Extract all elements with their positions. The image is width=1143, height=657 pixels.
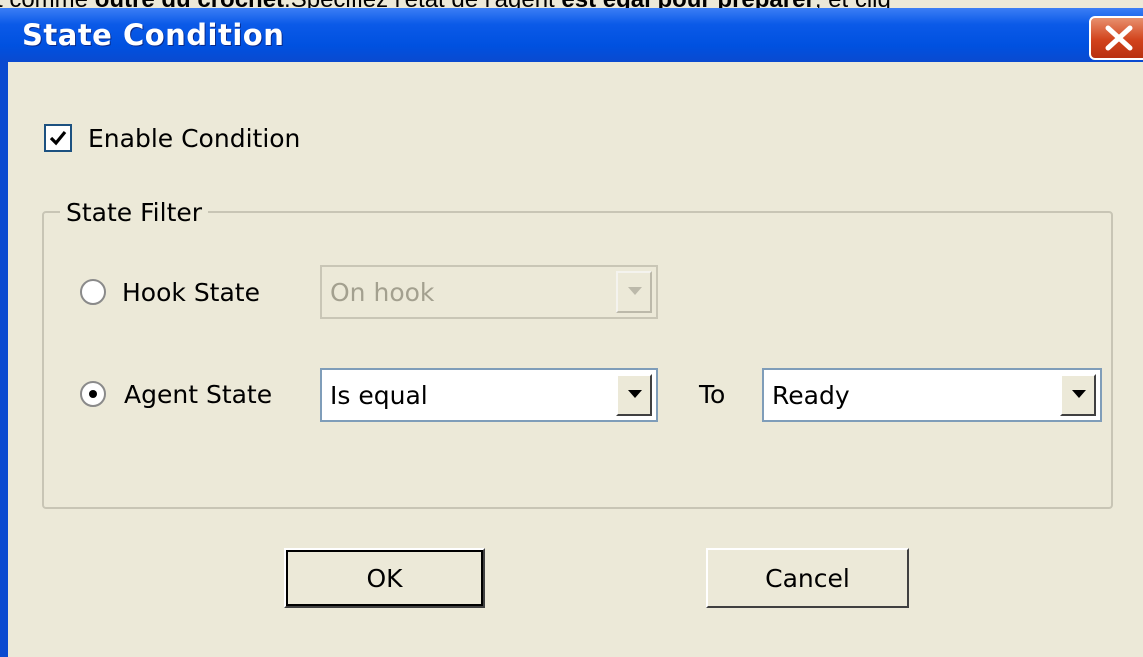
operator-dropdown-button[interactable] bbox=[616, 374, 652, 416]
close-icon bbox=[1105, 25, 1133, 51]
cancel-button[interactable]: Cancel bbox=[706, 548, 909, 608]
to-label: To bbox=[699, 380, 726, 409]
hook-state-select[interactable]: On hook bbox=[320, 265, 658, 319]
agent-state-value: Ready bbox=[772, 381, 850, 410]
close-button[interactable] bbox=[1089, 16, 1143, 60]
title-bar: State Condition bbox=[0, 8, 1143, 62]
chevron-down-icon bbox=[1072, 390, 1086, 398]
checkmark-icon bbox=[49, 130, 67, 146]
hook-state-radio[interactable] bbox=[80, 279, 106, 305]
agent-state-operator-select[interactable]: Is equal bbox=[320, 368, 658, 422]
page: t comme outre du crochet.Spécifiez l'éta… bbox=[0, 0, 1143, 657]
window-title: State Condition bbox=[22, 18, 285, 52]
value-dropdown-button[interactable] bbox=[1060, 374, 1096, 416]
agent-state-value-select[interactable]: Ready bbox=[762, 368, 1102, 422]
radio-dot bbox=[89, 390, 97, 398]
agent-state-operator-value: Is equal bbox=[330, 381, 428, 410]
agent-state-radio[interactable] bbox=[80, 381, 106, 407]
enable-condition-checkbox[interactable] bbox=[44, 124, 72, 152]
window-left-border bbox=[0, 62, 8, 657]
ok-button[interactable]: OK bbox=[284, 548, 485, 608]
enable-condition-label: Enable Condition bbox=[88, 124, 301, 153]
agent-state-label: Agent State bbox=[124, 380, 273, 409]
state-filter-group bbox=[42, 211, 1113, 509]
state-filter-label: State Filter bbox=[60, 198, 209, 227]
hook-state-dropdown-button[interactable] bbox=[616, 271, 652, 313]
hook-state-label: Hook State bbox=[122, 278, 260, 307]
chevron-down-icon bbox=[628, 287, 642, 295]
chevron-down-icon bbox=[628, 390, 642, 398]
hook-state-value: On hook bbox=[330, 278, 435, 307]
